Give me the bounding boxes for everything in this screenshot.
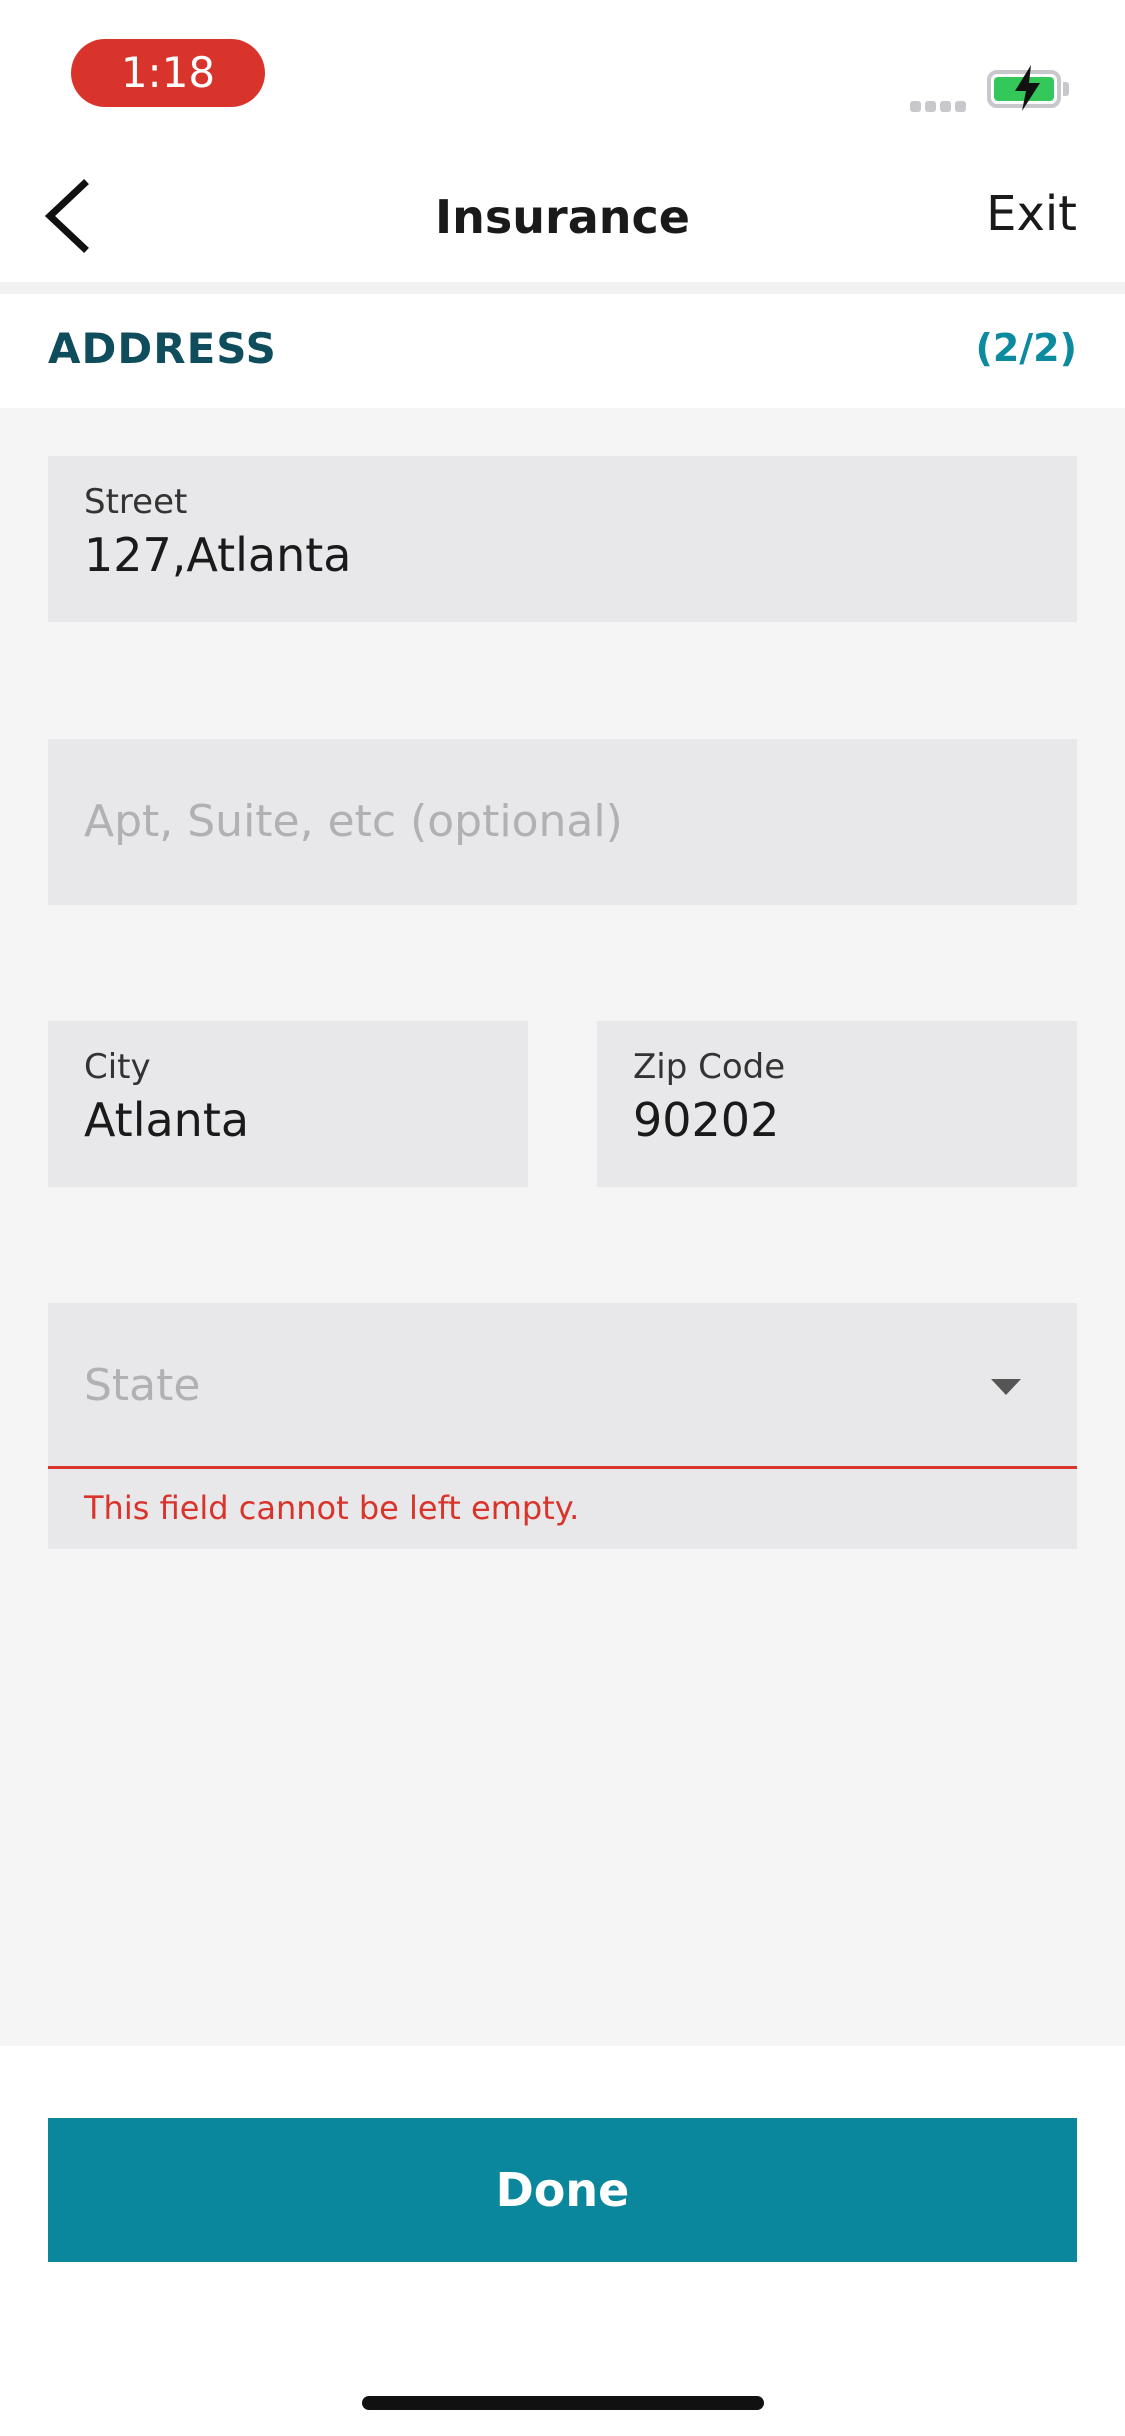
address-form: Street 127,Atlanta Apt, Suite, etc (opti… <box>0 408 1125 2046</box>
section-title: ADDRESS <box>48 324 277 373</box>
signal-icon <box>910 97 970 112</box>
state-error-box: This field cannot be left empty. <box>48 1469 1077 1549</box>
exit-button[interactable]: Exit <box>986 186 1077 242</box>
charging-bolt-icon <box>1015 65 1040 111</box>
zip-code-value: 90202 <box>633 1093 780 1147</box>
done-button[interactable]: Done <box>48 2118 1077 2262</box>
street-label: Street <box>84 482 188 522</box>
city-field[interactable]: City Atlanta <box>48 1021 528 1187</box>
state-dropdown[interactable]: State <box>48 1303 1077 1469</box>
status-bar: 1:18 <box>0 0 1125 150</box>
apt-suite-field[interactable]: Apt, Suite, etc (optional) <box>48 739 1077 905</box>
city-value: Atlanta <box>84 1093 250 1147</box>
city-label: City <box>84 1047 151 1087</box>
divider <box>0 282 1125 294</box>
zip-code-label: Zip Code <box>633 1047 786 1087</box>
zip-code-field[interactable]: Zip Code 90202 <box>597 1021 1077 1187</box>
section-header: ADDRESS (2/2) <box>0 294 1125 408</box>
street-value: 127,Atlanta <box>84 528 352 582</box>
step-indicator: (2/2) <box>975 326 1078 370</box>
apt-suite-placeholder: Apt, Suite, etc (optional) <box>84 796 623 847</box>
battery-nub <box>1063 82 1069 96</box>
state-error-message: This field cannot be left empty. <box>84 1489 580 1527</box>
insurance-address-screen: 1:18 Insurance Exit ADDRESS (2/2) Street… <box>0 0 1125 2436</box>
page-title: Insurance <box>435 190 690 244</box>
home-indicator[interactable] <box>362 2396 764 2410</box>
state-placeholder: State <box>84 1360 201 1411</box>
caret-down-icon <box>991 1379 1021 1395</box>
street-field[interactable]: Street 127,Atlanta <box>48 456 1077 622</box>
status-time: 1:18 <box>71 39 265 107</box>
nav-bar: Insurance Exit <box>0 150 1125 282</box>
